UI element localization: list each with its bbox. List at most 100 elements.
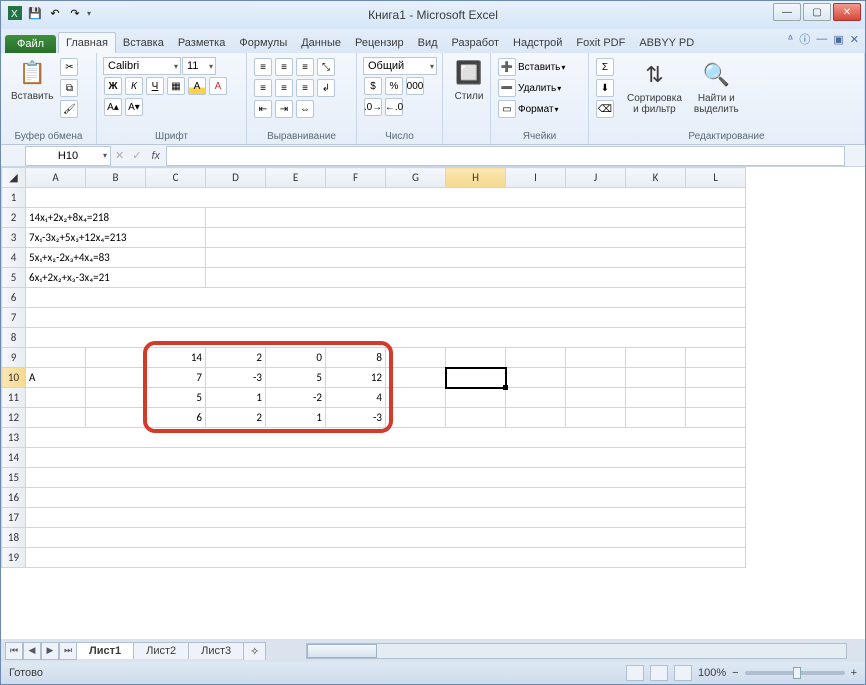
hscroll-thumb[interactable]	[307, 644, 377, 658]
col-K[interactable]: K	[626, 168, 686, 188]
row-19[interactable]: 19	[2, 548, 26, 568]
copy-icon[interactable]: ⧉	[60, 79, 78, 97]
inc-indent-icon[interactable]: ⇥	[275, 100, 293, 118]
cell-D9[interactable]: 2	[206, 348, 266, 368]
name-box[interactable]: H10	[25, 146, 111, 166]
row-10[interactable]: 10	[2, 368, 26, 388]
col-B[interactable]: B	[86, 168, 146, 188]
col-L[interactable]: L	[686, 168, 746, 188]
sheet-nav-first-icon[interactable]: ⏮	[5, 642, 23, 660]
cell-A10[interactable]: A	[26, 368, 86, 388]
zoom-in-button[interactable]: +	[851, 667, 857, 679]
clear-icon[interactable]: ⌫	[596, 100, 614, 118]
cell-D11[interactable]: 1	[206, 388, 266, 408]
format-painter-icon[interactable]: 🖌	[60, 100, 78, 118]
help-icon[interactable]: ⓘ	[799, 31, 810, 47]
cells-delete-button[interactable]: ➖Удалить▾	[497, 78, 561, 98]
sheet-tab-1[interactable]: Лист1	[76, 642, 134, 659]
redo-icon[interactable]: ↷	[67, 5, 83, 21]
align-left-icon[interactable]: ≡	[254, 79, 272, 97]
undo-icon[interactable]: ↶	[47, 5, 63, 21]
cell-E11[interactable]: -2	[266, 388, 326, 408]
autosum-icon[interactable]: Σ	[596, 58, 614, 76]
new-sheet-button[interactable]: ✧	[243, 642, 266, 660]
cancel-formula-icon[interactable]: ✕	[115, 149, 124, 162]
tab-formulas[interactable]: Формулы	[232, 33, 294, 53]
row-11[interactable]: 11	[2, 388, 26, 408]
qa-dropdown-icon[interactable]: ▾	[87, 9, 91, 18]
cell-A3[interactable]: 7x₁-3x₂+5x₃+12x₄=213	[26, 228, 206, 248]
zoom-slider[interactable]	[745, 671, 845, 675]
cell-E12[interactable]: 1	[266, 408, 326, 428]
zoom-out-button[interactable]: −	[732, 667, 738, 679]
col-C[interactable]: C	[146, 168, 206, 188]
horizontal-scrollbar[interactable]	[306, 643, 847, 659]
doc-min-icon[interactable]: —	[816, 33, 827, 45]
row-17[interactable]: 17	[2, 508, 26, 528]
cell-F9[interactable]: 8	[326, 348, 386, 368]
ribbon-minimize-icon[interactable]: ᐞ	[787, 33, 793, 46]
col-A[interactable]: A	[26, 168, 86, 188]
cell-C12[interactable]: 6	[146, 408, 206, 428]
row-9[interactable]: 9	[2, 348, 26, 368]
view-normal-icon[interactable]	[626, 665, 644, 681]
row-8[interactable]: 8	[2, 328, 26, 348]
tab-review[interactable]: Рецензир	[348, 33, 411, 53]
row-6[interactable]: 6	[2, 288, 26, 308]
tab-developer[interactable]: Разработ	[445, 33, 506, 53]
row-5[interactable]: 5	[2, 268, 26, 288]
col-H[interactable]: H	[446, 168, 506, 188]
percent-icon[interactable]: %	[385, 77, 403, 95]
align-mid-icon[interactable]: ≡	[275, 58, 293, 76]
underline-button[interactable]: Ч	[146, 77, 164, 95]
cell-C9[interactable]: 14	[146, 348, 206, 368]
bold-button[interactable]: Ж	[104, 77, 122, 95]
merge-icon[interactable]: ⇔	[296, 100, 314, 118]
row-2[interactable]: 2	[2, 208, 26, 228]
row-3[interactable]: 3	[2, 228, 26, 248]
formula-input[interactable]	[166, 146, 845, 166]
row-18[interactable]: 18	[2, 528, 26, 548]
fill-icon[interactable]: ⬇	[596, 79, 614, 97]
paste-button[interactable]: 📋 Вставить	[5, 55, 59, 104]
tab-view[interactable]: Вид	[411, 33, 445, 53]
tab-addins[interactable]: Надстрой	[506, 33, 569, 53]
tab-abbyy[interactable]: ABBYY PD	[632, 33, 701, 53]
tab-layout[interactable]: Разметка	[171, 33, 233, 53]
cell-A4[interactable]: 5x₁+x₂-2x₃+4x₄=83	[26, 248, 206, 268]
view-layout-icon[interactable]	[650, 665, 668, 681]
currency-icon[interactable]: $	[364, 77, 382, 95]
save-icon[interactable]: 💾	[27, 5, 43, 21]
sheet-nav-prev-icon[interactable]: ◀	[23, 642, 41, 660]
col-F[interactable]: F	[326, 168, 386, 188]
tab-insert[interactable]: Вставка	[116, 33, 171, 53]
orientation-icon[interactable]: ⤡	[317, 58, 335, 76]
spreadsheet-grid[interactable]: ◢ A B C D E F G H I J K L 1 214x₁+2x₂+8x…	[1, 167, 865, 639]
row-4[interactable]: 4	[2, 248, 26, 268]
row-16[interactable]: 16	[2, 488, 26, 508]
minimize-button[interactable]: —	[773, 3, 801, 21]
col-E[interactable]: E	[266, 168, 326, 188]
sheet-nav-last-icon[interactable]: ⏭	[59, 642, 77, 660]
cell-F12[interactable]: -3	[326, 408, 386, 428]
sheet-nav-next-icon[interactable]: ▶	[41, 642, 59, 660]
enter-formula-icon[interactable]: ✓	[132, 149, 141, 162]
row-14[interactable]: 14	[2, 448, 26, 468]
col-J[interactable]: J	[566, 168, 626, 188]
cells-format-button[interactable]: ▭Формат▾	[497, 99, 559, 119]
dec-indent-icon[interactable]: ⇤	[254, 100, 272, 118]
tab-home[interactable]: Главная	[58, 32, 116, 53]
number-format-combo[interactable]: Общий	[363, 57, 437, 75]
fx-icon[interactable]: fx	[151, 150, 160, 162]
row-1[interactable]: 1	[2, 188, 26, 208]
zoom-thumb[interactable]	[793, 667, 801, 679]
align-top-icon[interactable]: ≡	[254, 58, 272, 76]
cell-D10[interactable]: -3	[206, 368, 266, 388]
col-D[interactable]: D	[206, 168, 266, 188]
tab-data[interactable]: Данные	[294, 33, 348, 53]
cell-F10[interactable]: 12	[326, 368, 386, 388]
align-bot-icon[interactable]: ≡	[296, 58, 314, 76]
doc-close-icon[interactable]: ✕	[850, 33, 859, 46]
cell-D12[interactable]: 2	[206, 408, 266, 428]
align-right-icon[interactable]: ≡	[296, 79, 314, 97]
